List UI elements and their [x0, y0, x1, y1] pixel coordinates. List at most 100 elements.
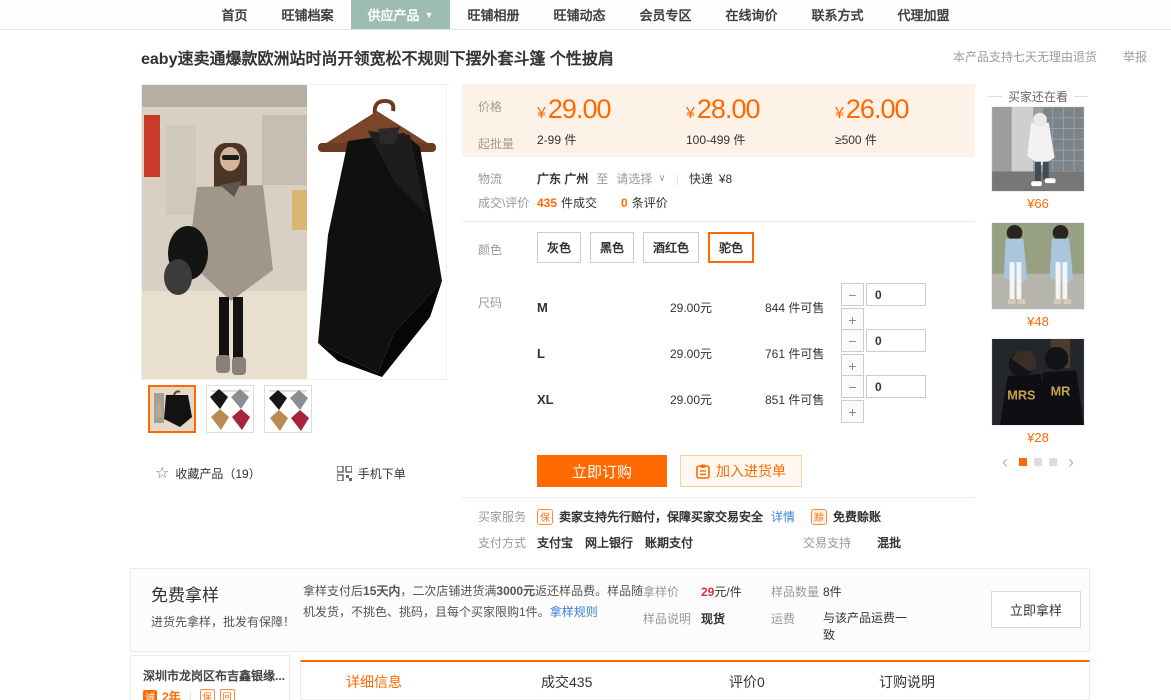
sample-desc-value: 现货 [701, 610, 725, 627]
price-box: 价格 ¥29.00 ¥28.00 ¥26.00 起批量 2-99 件 100-4… [462, 84, 975, 157]
guarantee-badge-icon: 保 [200, 689, 215, 700]
thumbnail-strip [148, 385, 312, 433]
nav-online-inquiry[interactable]: 在线询价 [708, 0, 794, 29]
guarantee-shield-icon: 保 [537, 509, 553, 525]
size-stock: 761 件可售 [765, 345, 841, 362]
page-dot-3[interactable] [1049, 458, 1057, 466]
size-label: 尺码 [478, 294, 537, 311]
destination-select[interactable]: 请选择 [616, 170, 652, 187]
report-link[interactable]: 举报 [1123, 48, 1147, 65]
top-nav: 首页 旺铺档案 供应产品 ▼ 旺铺相册 旺铺动态 会员专区 在线询价 联系方式 … [0, 0, 1171, 30]
nav-shop-archive[interactable]: 旺铺档案 [264, 0, 350, 29]
review-count[interactable]: 0 [621, 196, 628, 210]
page-title: eaby速卖通爆款欧洲站时尚开领宽松不规则下摆外套斗篷 个性披肩 [141, 45, 614, 69]
divider [462, 221, 975, 222]
sample-ship-value: 与该产品运费一致 [823, 610, 915, 644]
color-option-gray[interactable]: 灰色 [537, 232, 581, 263]
service-detail-link[interactable]: 详情 [771, 508, 795, 525]
logistics-label: 物流 [478, 170, 537, 187]
tab-reviews[interactable]: 评价0 [729, 672, 765, 692]
payment-credit-term: 账期支付 [645, 534, 693, 551]
related-price: ¥66 [991, 196, 1085, 211]
related-product-image [991, 106, 1085, 192]
quantity-stepper: − + [841, 283, 975, 331]
mobile-order-button[interactable]: 手机下单 [337, 465, 406, 482]
prev-arrow-icon[interactable]: ‹ [998, 457, 1012, 467]
page-dot-1[interactable] [1019, 458, 1027, 466]
svg-text:MRS: MRS [1007, 389, 1035, 403]
sample-qty-value: 8件 [823, 583, 842, 600]
deal-count[interactable]: 435 [537, 196, 557, 210]
get-sample-button[interactable]: 立即拿样 [991, 591, 1081, 628]
size-price: 29.00元 [670, 345, 765, 362]
quantity-input[interactable] [866, 283, 926, 306]
add-to-cart-button[interactable]: 加入进货单 [680, 455, 802, 487]
tab-order-notes[interactable]: 订购说明 [879, 672, 935, 692]
sample-ship-label: 运费 [771, 610, 823, 644]
sample-description: 拿样支付后15天内，二次店铺进货满3000元返还样品费。样品随机发货，不挑色、挑… [303, 581, 648, 623]
plus-button[interactable]: + [841, 400, 864, 423]
price-label: 价格 [478, 94, 537, 125]
service-text: 卖家支持先行赔付，保障买家交易安全 [559, 508, 763, 525]
star-icon: ☆ [155, 463, 169, 483]
color-swatches: 灰色 黑色 酒红色 驼色 [537, 232, 754, 263]
nav-agency[interactable]: 代理加盟 [881, 0, 967, 29]
trade-support-label: 交易支持 [803, 534, 851, 551]
quantity-input[interactable] [866, 329, 926, 352]
nav-products[interactable]: 供应产品 ▼ [351, 0, 451, 29]
tab-deals[interactable]: 成交435 [541, 672, 592, 692]
tab-detail-info[interactable]: 详细信息 [346, 672, 402, 692]
minus-button[interactable]: − [841, 283, 864, 306]
color-option-black[interactable]: 黑色 [590, 232, 634, 263]
moq-tier-2: 100-499 件 [686, 131, 835, 152]
logistics-origin: 广东 广州 [537, 170, 588, 187]
color-option-winered[interactable]: 酒红色 [643, 232, 699, 263]
product-gallery: ☆ 收藏产品（19） 手机下单 [141, 84, 447, 380]
qr-code-icon [337, 466, 352, 481]
nav-member-zone[interactable]: 会员专区 [622, 0, 708, 29]
seller-name-link[interactable]: 深圳市龙岗区布吉鑫银缘... [143, 667, 285, 684]
nav-shop-album[interactable]: 旺铺相册 [450, 0, 536, 29]
nav-contact[interactable]: 联系方式 [795, 0, 881, 29]
thumbnail-3[interactable] [264, 385, 312, 433]
order-now-button[interactable]: 立即订购 [537, 455, 667, 487]
size-price: 29.00元 [670, 391, 765, 408]
color-option-camel[interactable]: 驼色 [708, 232, 754, 263]
divider: | [676, 172, 679, 186]
favorite-label: 收藏产品（19） [175, 465, 260, 482]
size-stock: 844 件可售 [765, 299, 841, 316]
chevron-down-icon[interactable]: ∨ [658, 173, 665, 184]
minus-button[interactable]: − [841, 329, 864, 352]
next-arrow-icon[interactable]: › [1064, 457, 1078, 467]
related-product-3[interactable]: MRS MR ¥28 [991, 338, 1085, 445]
nav-home[interactable]: 首页 [204, 0, 264, 29]
sample-rule-link[interactable]: 拿样规则 [550, 605, 598, 619]
related-product-1[interactable]: ¥66 [991, 106, 1085, 211]
sample-subtitle: 进货先拿样，批发有保障！ [151, 613, 295, 630]
thumbnail-2[interactable] [206, 385, 254, 433]
return-badge-icon: 回 [220, 689, 235, 700]
sample-info-right: 样品数量 8件 运费 与该产品运费一致 [771, 583, 915, 654]
page-dot-2[interactable] [1034, 458, 1042, 466]
related-price: ¥48 [991, 314, 1085, 329]
quantity-stepper: − + [841, 329, 975, 377]
review-suffix: 条评价 [632, 194, 668, 211]
sample-info-left: 拿样价 29元/件 样品说明 现货 [643, 583, 742, 637]
size-row-l: L 29.00元 761 件可售 − + [537, 329, 975, 377]
minus-button[interactable]: − [841, 375, 864, 398]
mobile-order-label: 手机下单 [358, 465, 406, 482]
thumbnail-1[interactable] [148, 385, 196, 433]
moq-label: 起批量 [478, 131, 537, 152]
quantity-input[interactable] [866, 375, 926, 398]
favorite-button[interactable]: ☆ 收藏产品（19） [155, 463, 261, 483]
nav-shop-news[interactable]: 旺铺动态 [536, 0, 622, 29]
plus-button[interactable]: + [841, 354, 864, 377]
plus-button[interactable]: + [841, 308, 864, 331]
seller-badges: 诚 2年 | 保 回 [143, 688, 235, 700]
related-product-2[interactable]: ¥48 [991, 222, 1085, 329]
related-title-row: 买家还在看 [988, 88, 1088, 105]
divider [988, 96, 1002, 97]
payment-netbank: 网上银行 [585, 534, 633, 551]
main-product-image[interactable] [141, 84, 447, 380]
express-label: 快递 [689, 170, 713, 187]
